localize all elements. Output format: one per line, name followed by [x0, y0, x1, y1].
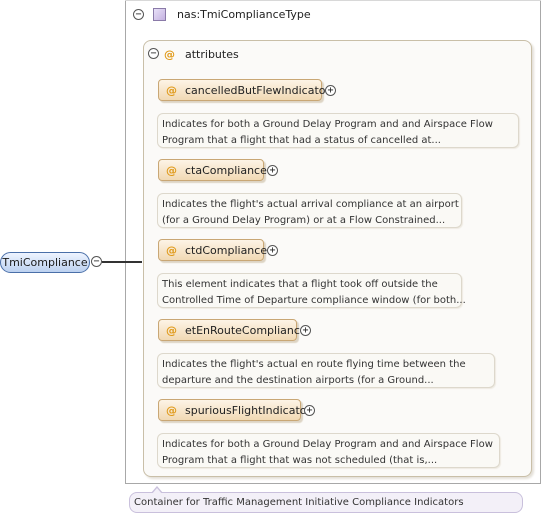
- attribute-expand-toggle[interactable]: +: [325, 85, 336, 96]
- attribute-documentation: Indicates the flight's actual en route f…: [157, 353, 495, 388]
- attribute-at-icon: @: [166, 244, 177, 257]
- attribute-documentation: Indicates for both a Ground Delay Progra…: [157, 433, 500, 468]
- attribute-chip-ctdCompliance[interactable]: @ ctdCompliance: [158, 239, 268, 261]
- attribute-at-icon: @: [166, 84, 177, 97]
- doc-line: Indicates the flight's actual en route f…: [162, 359, 466, 370]
- footer-doc-pointer-fill: [152, 488, 162, 494]
- doc-line: departure and the destination airports (…: [162, 374, 434, 386]
- attribute-expand-toggle[interactable]: +: [267, 165, 278, 176]
- doc-line: (for a Ground Delay Program) or at a Flo…: [162, 214, 446, 226]
- doc-line: Program that a flight that was not sched…: [162, 454, 438, 466]
- type-collapse-toggle[interactable]: −: [133, 9, 144, 20]
- root-element-node[interactable]: TmiCompliance: [0, 252, 90, 273]
- attribute-expand-toggle[interactable]: +: [300, 325, 311, 336]
- type-documentation: Container for Traffic Management Initiat…: [129, 492, 523, 513]
- attribute-name: ctaCompliance: [185, 164, 267, 177]
- type-container-top-border: [125, 0, 541, 1]
- attribute-chip-etEnRouteCompliance[interactable]: @ etEnRouteCompliance: [158, 319, 307, 341]
- doc-line: Indicates for both a Ground Delay Progra…: [162, 119, 493, 130]
- doc-line: Program that a flight that had a status …: [162, 134, 441, 146]
- attribute-chip-spuriousFlightIndicator[interactable]: @ spuriousFlightIndicator: [158, 399, 311, 421]
- attribute-name: ctdCompliance: [185, 244, 268, 257]
- doc-line: Controlled Time of Departure compliance …: [162, 294, 466, 306]
- attribute-name: spuriousFlightIndicator: [185, 404, 312, 417]
- attribute-documentation: Indicates the flight's actual arrival co…: [157, 193, 462, 228]
- attribute-chip-cancelledButFlewIndicator[interactable]: @ cancelledButFlewIndicator: [158, 79, 330, 101]
- doc-line: This element indicates that a flight too…: [162, 279, 438, 290]
- attribute-name: cancelledButFlewIndicator: [185, 84, 331, 97]
- connector-line: [102, 261, 142, 263]
- attribute-at-icon: @: [166, 324, 177, 337]
- attribute-at-icon: @: [166, 164, 177, 177]
- attribute-name: etEnRouteCompliance: [185, 324, 307, 337]
- root-collapse-toggle[interactable]: −: [91, 256, 102, 267]
- type-name-label: nas:TmiComplianceType: [177, 8, 311, 21]
- complex-type-icon: [153, 8, 166, 21]
- attributes-title: attributes: [185, 48, 239, 61]
- doc-line: Indicates for both a Ground Delay Progra…: [162, 439, 493, 450]
- doc-line: Indicates the flight's actual arrival co…: [162, 199, 459, 210]
- attributes-collapse-toggle[interactable]: −: [148, 48, 159, 59]
- attribute-at-icon: @: [166, 404, 177, 417]
- attribute-documentation: This element indicates that a flight too…: [157, 273, 466, 308]
- attributes-at-icon: @: [164, 48, 175, 61]
- attribute-chip-ctaCompliance[interactable]: @ ctaCompliance: [158, 159, 267, 181]
- attribute-expand-toggle[interactable]: +: [267, 245, 278, 256]
- attribute-expand-toggle[interactable]: +: [304, 405, 315, 416]
- attribute-documentation: Indicates for both a Ground Delay Progra…: [157, 113, 519, 148]
